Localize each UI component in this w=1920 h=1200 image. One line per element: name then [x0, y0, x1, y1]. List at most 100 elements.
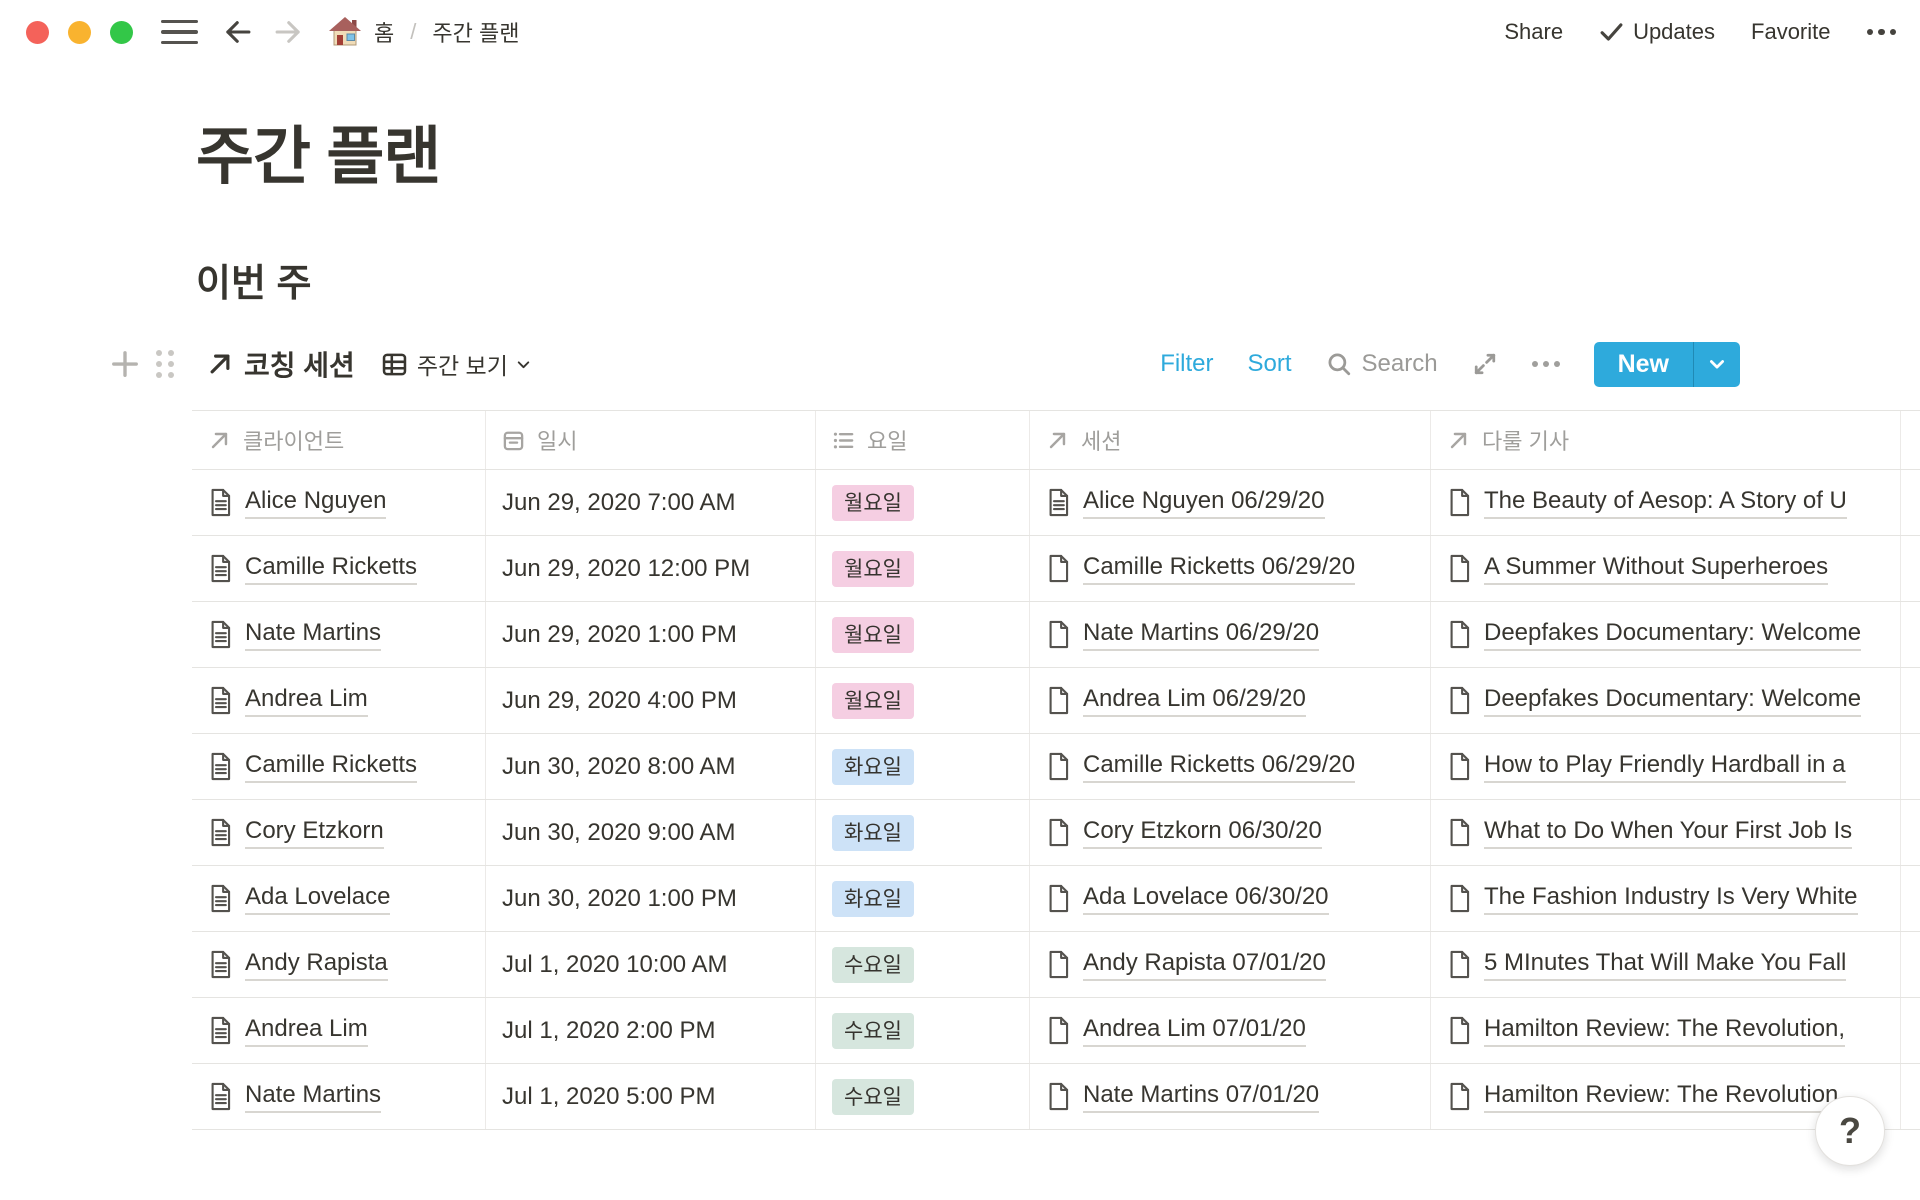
client-page-link[interactable]: Andy Rapista [245, 949, 388, 981]
article-page-link[interactable]: What to Do When Your First Job Is [1484, 817, 1852, 849]
search-button[interactable]: Search [1326, 350, 1438, 378]
article-page-link[interactable]: A Summer Without Superheroes [1484, 553, 1828, 585]
column-header-session[interactable]: 세션 [1029, 411, 1430, 469]
session-cell[interactable]: Alice Nguyen 06/29/20 [1029, 470, 1430, 535]
column-header-datetime[interactable]: 일시 [485, 411, 815, 469]
client-page-link[interactable]: Andrea Lim [245, 1015, 368, 1047]
window-zoom-button[interactable] [110, 21, 133, 44]
new-button[interactable]: New [1594, 342, 1693, 387]
datetime-cell[interactable]: Jun 29, 2020 4:00 PM [485, 668, 815, 733]
drag-handle[interactable] [156, 350, 174, 378]
favorite-button[interactable]: Favorite [1751, 19, 1830, 45]
datetime-cell[interactable]: Jul 1, 2020 5:00 PM [485, 1064, 815, 1129]
client-page-link[interactable]: Camille Ricketts [245, 751, 417, 783]
expand-view-button[interactable] [1472, 351, 1498, 377]
client-page-link[interactable]: Nate Martins [245, 1081, 381, 1113]
table-row[interactable]: Nate Martins Jun 29, 2020 1:00 PM 월요일 Na… [192, 602, 1920, 668]
column-header-client[interactable]: 클라이언트 [192, 411, 485, 469]
session-page-link[interactable]: Cory Etzkorn 06/30/20 [1083, 817, 1322, 849]
client-cell[interactable]: Andrea Lim [192, 668, 485, 733]
updates-button[interactable]: Updates [1599, 19, 1715, 45]
sidebar-menu-button[interactable] [161, 20, 198, 45]
article-page-link[interactable]: Hamilton Review: The Revolution, [1484, 1015, 1845, 1047]
view-switcher[interactable]: 주간 보기 [381, 347, 532, 381]
table-row[interactable]: Andy Rapista Jul 1, 2020 10:00 AM 수요일 An… [192, 932, 1920, 998]
client-cell[interactable]: Alice Nguyen [192, 470, 485, 535]
session-cell[interactable]: Cory Etzkorn 06/30/20 [1029, 800, 1430, 865]
session-cell[interactable]: Nate Martins 06/29/20 [1029, 602, 1430, 667]
session-cell[interactable]: Andrea Lim 06/29/20 [1029, 668, 1430, 733]
article-cell[interactable]: What to Do When Your First Job Is [1430, 800, 1900, 865]
table-row[interactable]: Andrea Lim Jul 1, 2020 2:00 PM 수요일 Andre… [192, 998, 1920, 1064]
datetime-cell[interactable]: Jun 30, 2020 1:00 PM [485, 866, 815, 931]
article-page-link[interactable]: Deepfakes Documentary: Welcome [1484, 619, 1861, 651]
column-header-day[interactable]: 요일 [815, 411, 1029, 469]
table-row[interactable]: Camille Ricketts Jun 29, 2020 12:00 PM 월… [192, 536, 1920, 602]
day-cell[interactable]: 수요일 [815, 998, 1029, 1063]
session-page-link[interactable]: Nate Martins 06/29/20 [1083, 619, 1319, 651]
view-more-button[interactable] [1532, 361, 1560, 367]
new-button-dropdown[interactable] [1694, 342, 1740, 387]
session-cell[interactable]: Camille Ricketts 06/29/20 [1029, 536, 1430, 601]
help-button[interactable]: ? [1815, 1096, 1885, 1166]
collection-title[interactable]: 코칭 세션 [244, 344, 355, 384]
session-page-link[interactable]: Camille Ricketts 06/29/20 [1083, 751, 1355, 783]
client-page-link[interactable]: Nate Martins [245, 619, 381, 651]
session-cell[interactable]: Camille Ricketts 06/29/20 [1029, 734, 1430, 799]
window-close-button[interactable] [26, 21, 49, 44]
session-cell[interactable]: Andrea Lim 07/01/20 [1029, 998, 1430, 1063]
article-page-link[interactable]: Deepfakes Documentary: Welcome [1484, 685, 1861, 717]
client-page-link[interactable]: Cory Etzkorn [245, 817, 384, 849]
back-button[interactable] [220, 14, 256, 50]
day-cell[interactable]: 수요일 [815, 932, 1029, 997]
article-page-link[interactable]: How to Play Friendly Hardball in a [1484, 751, 1846, 783]
table-row[interactable]: Nate Martins Jul 1, 2020 5:00 PM 수요일 Nat… [192, 1064, 1920, 1130]
article-cell[interactable]: A Summer Without Superheroes [1430, 536, 1900, 601]
client-cell[interactable]: Camille Ricketts [192, 536, 485, 601]
session-page-link[interactable]: Nate Martins 07/01/20 [1083, 1081, 1319, 1113]
day-cell[interactable]: 수요일 [815, 1064, 1029, 1129]
table-row[interactable]: Camille Ricketts Jun 30, 2020 8:00 AM 화요… [192, 734, 1920, 800]
client-cell[interactable]: Andy Rapista [192, 932, 485, 997]
article-cell[interactable]: Deepfakes Documentary: Welcome [1430, 602, 1900, 667]
client-cell[interactable]: Nate Martins [192, 1064, 485, 1129]
session-page-link[interactable]: Andrea Lim 07/01/20 [1083, 1015, 1306, 1047]
table-row[interactable]: Alice Nguyen Jun 29, 2020 7:00 AM 월요일 Al… [192, 470, 1920, 536]
client-page-link[interactable]: Andrea Lim [245, 685, 368, 717]
forward-button[interactable] [270, 14, 306, 50]
window-minimize-button[interactable] [68, 21, 91, 44]
article-cell[interactable]: The Beauty of Aesop: A Story of U [1430, 470, 1900, 535]
session-cell[interactable]: Ada Lovelace 06/30/20 [1029, 866, 1430, 931]
client-cell[interactable]: Ada Lovelace [192, 866, 485, 931]
datetime-cell[interactable]: Jun 29, 2020 1:00 PM [485, 602, 815, 667]
day-cell[interactable]: 월요일 [815, 536, 1029, 601]
client-cell[interactable]: Nate Martins [192, 602, 485, 667]
datetime-cell[interactable]: Jun 29, 2020 7:00 AM [485, 470, 815, 535]
datetime-cell[interactable]: Jun 29, 2020 12:00 PM [485, 536, 815, 601]
client-cell[interactable]: Camille Ricketts [192, 734, 485, 799]
article-cell[interactable]: How to Play Friendly Hardball in a [1430, 734, 1900, 799]
article-page-link[interactable]: 5 MInutes That Will Make You Fall [1484, 949, 1846, 981]
table-row[interactable]: Ada Lovelace Jun 30, 2020 1:00 PM 화요일 Ad… [192, 866, 1920, 932]
client-cell[interactable]: Cory Etzkorn [192, 800, 485, 865]
topbar-more-button[interactable] [1867, 29, 1897, 36]
article-cell[interactable]: The Fashion Industry Is Very White [1430, 866, 1900, 931]
datetime-cell[interactable]: Jul 1, 2020 2:00 PM [485, 998, 815, 1063]
session-cell[interactable]: Andy Rapista 07/01/20 [1029, 932, 1430, 997]
session-page-link[interactable]: Andy Rapista 07/01/20 [1083, 949, 1326, 981]
client-page-link[interactable]: Alice Nguyen [245, 487, 386, 519]
client-cell[interactable]: Andrea Lim [192, 998, 485, 1063]
session-page-link[interactable]: Camille Ricketts 06/29/20 [1083, 553, 1355, 585]
day-cell[interactable]: 월요일 [815, 602, 1029, 667]
day-cell[interactable]: 월요일 [815, 470, 1029, 535]
client-page-link[interactable]: Ada Lovelace [245, 883, 390, 915]
article-cell[interactable]: 5 MInutes That Will Make You Fall [1430, 932, 1900, 997]
breadcrumb-home-link[interactable]: 홈 [374, 16, 394, 48]
column-header-article[interactable]: 다룰 기사 [1430, 411, 1900, 469]
add-block-button[interactable] [110, 349, 140, 379]
article-cell[interactable]: Deepfakes Documentary: Welcome [1430, 668, 1900, 733]
article-cell[interactable]: Hamilton Review: The Revolution, [1430, 998, 1900, 1063]
table-row[interactable]: Andrea Lim Jun 29, 2020 4:00 PM 월요일 Andr… [192, 668, 1920, 734]
day-cell[interactable]: 화요일 [815, 734, 1029, 799]
client-page-link[interactable]: Camille Ricketts [245, 553, 417, 585]
